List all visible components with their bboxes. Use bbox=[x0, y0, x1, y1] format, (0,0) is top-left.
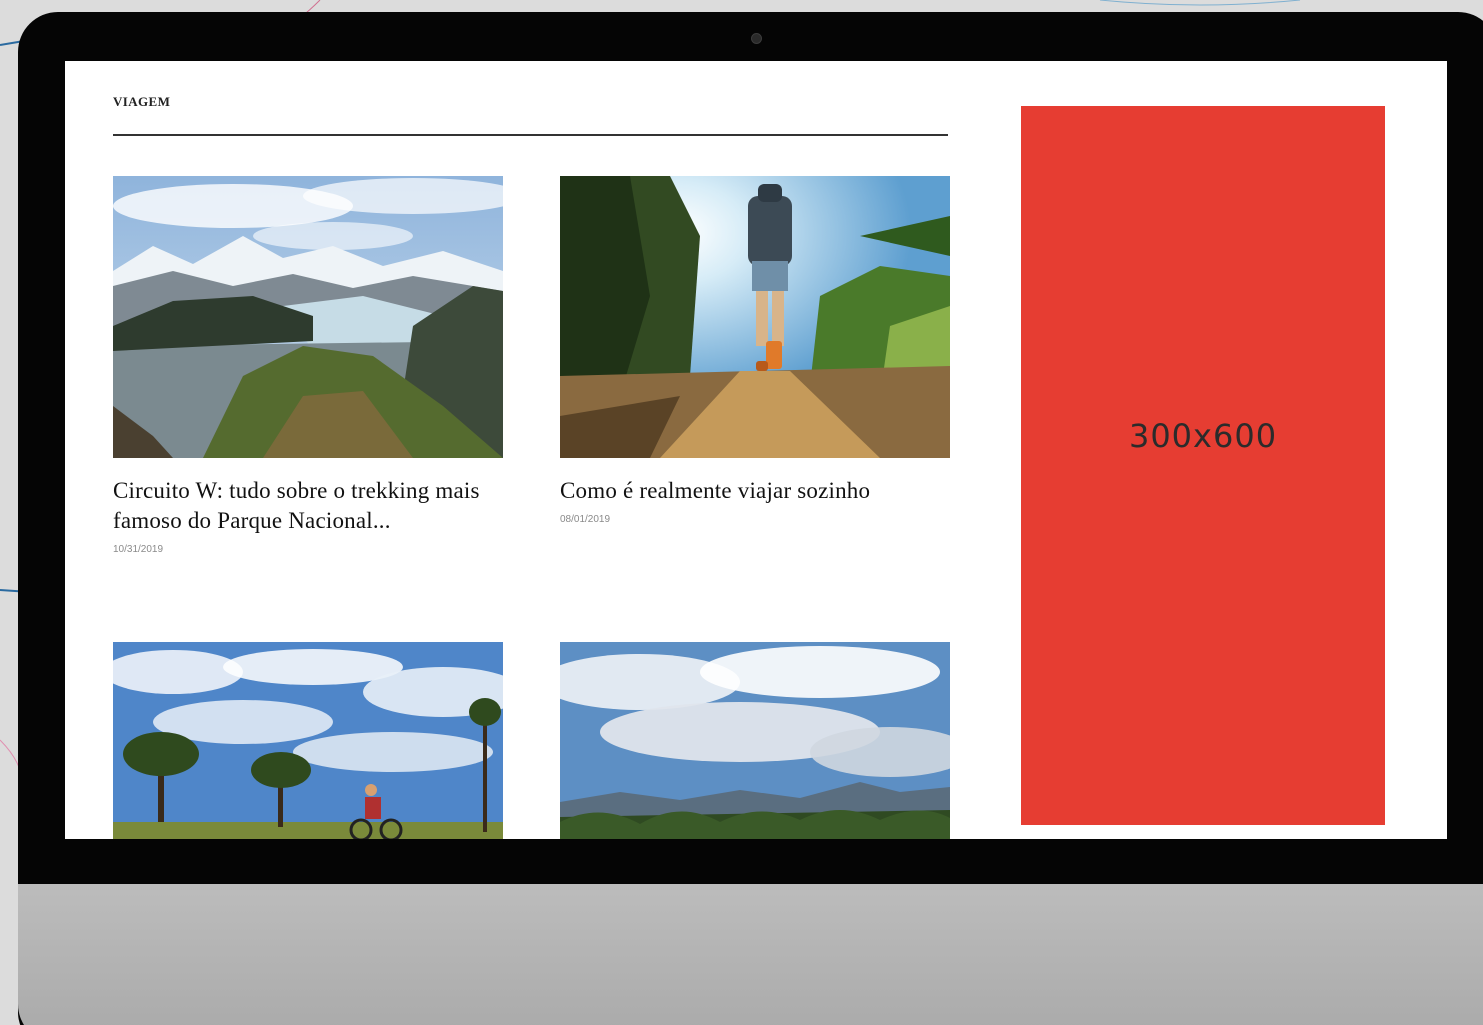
webcam-icon bbox=[751, 33, 762, 44]
section-title: VIAGEM bbox=[113, 94, 171, 109]
article-card[interactable]: Como é realmente viajar sozinho 08/01/20… bbox=[560, 176, 950, 525]
article-title[interactable]: Como é realmente viajar sozinho bbox=[560, 476, 950, 506]
article-card[interactable] bbox=[560, 642, 950, 839]
article-image[interactable] bbox=[113, 642, 503, 839]
section-divider bbox=[113, 134, 948, 136]
article-image[interactable] bbox=[113, 176, 503, 458]
article-card[interactable]: Circuito W: tudo sobre o trekking mais f… bbox=[113, 176, 503, 555]
ad-banner[interactable]: 300x600 bbox=[1021, 106, 1385, 825]
article-date: 10/31/2019 bbox=[113, 544, 164, 555]
ad-size-label: 300x600 bbox=[1128, 416, 1278, 455]
article-image[interactable] bbox=[560, 176, 950, 458]
article-date: 08/01/2019 bbox=[560, 514, 611, 525]
screen: VIAGEM Circuito W: tudo sobre o trekking… bbox=[65, 61, 1447, 839]
article-card[interactable] bbox=[113, 642, 503, 839]
article-title[interactable]: Circuito W: tudo sobre o trekking mais f… bbox=[113, 476, 503, 536]
article-image[interactable] bbox=[560, 642, 950, 839]
monitor-chin bbox=[18, 884, 1483, 1025]
